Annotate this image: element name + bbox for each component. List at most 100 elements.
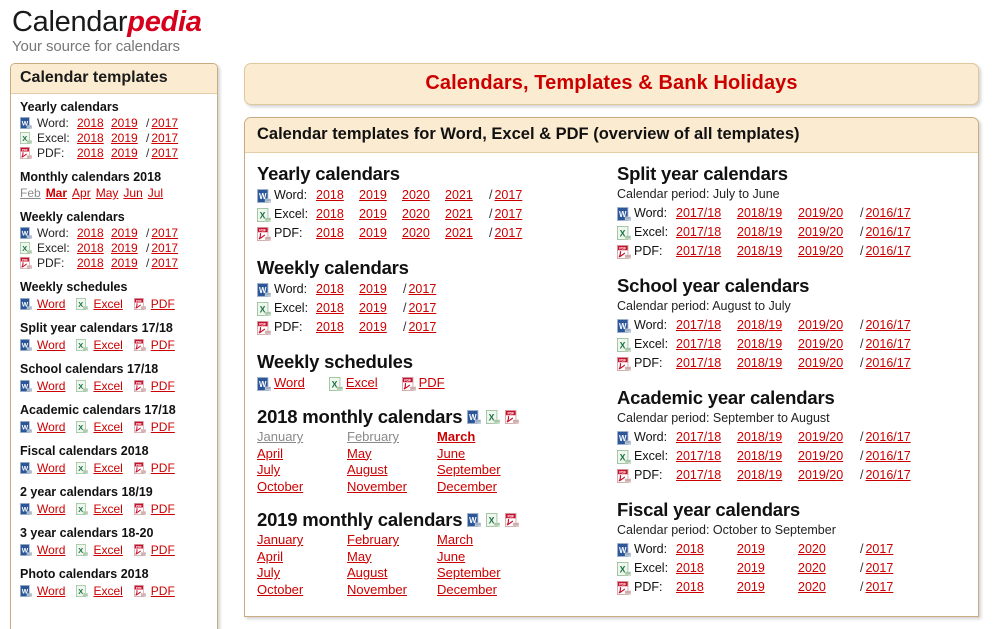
month-link[interactable]: March — [437, 429, 475, 444]
year-link[interactable]: 2017/18 — [676, 428, 737, 447]
sidebar-format-link-wrap[interactable]: W Word — [20, 378, 65, 394]
sidebar-format-link-wrap[interactable]: X Excel — [76, 583, 123, 599]
year-link[interactable]: 2017/18 — [676, 223, 737, 242]
year-link[interactable]: 2018 — [77, 131, 111, 146]
month-link[interactable]: February — [347, 532, 399, 547]
month-link[interactable]: January — [257, 429, 303, 444]
year-link[interactable]: 2018 — [77, 226, 111, 241]
month-link[interactable]: August — [347, 565, 387, 580]
sidebar-month-link[interactable]: Mar — [46, 186, 67, 200]
year-link-previous[interactable]: 2017 — [865, 559, 893, 578]
sidebar-format-link[interactable]: Excel — [93, 337, 122, 353]
year-link-previous[interactable]: 2017 — [865, 540, 893, 559]
year-link[interactable]: 2021 — [445, 205, 488, 224]
year-link[interactable]: 2021 — [445, 224, 488, 243]
year-link[interactable]: 2019/20 — [798, 466, 859, 485]
year-link-previous[interactable]: 2016/17 — [865, 316, 910, 335]
year-link[interactable]: 2019 — [111, 146, 145, 161]
year-link[interactable]: 2018 — [77, 256, 111, 271]
year-link-previous[interactable]: 2016/17 — [865, 204, 910, 223]
sidebar-format-link[interactable]: Word — [37, 419, 65, 435]
year-link[interactable]: 2018/19 — [737, 204, 798, 223]
year-link[interactable]: 2019 — [737, 559, 798, 578]
year-link[interactable]: 2017/18 — [676, 354, 737, 373]
sidebar-format-link[interactable]: PDF — [151, 337, 175, 353]
year-link-previous[interactable]: 2016/17 — [865, 447, 910, 466]
format-link[interactable]: Excel — [346, 374, 378, 392]
month-link[interactable]: December — [437, 479, 497, 494]
sidebar-format-link[interactable]: PDF — [151, 583, 175, 599]
sidebar-format-link[interactable]: PDF — [151, 419, 175, 435]
sidebar-format-link-wrap[interactable]: W Word — [20, 296, 65, 312]
year-link[interactable]: 2018/19 — [737, 447, 798, 466]
month-link[interactable]: February — [347, 429, 399, 444]
month-link[interactable]: March — [437, 532, 473, 547]
month-link[interactable]: May — [347, 446, 372, 461]
year-link[interactable]: 2020 — [402, 224, 445, 243]
sidebar-format-link[interactable]: Word — [37, 337, 65, 353]
year-link-previous[interactable]: 2017 — [151, 256, 178, 271]
year-link[interactable]: 2018/19 — [737, 335, 798, 354]
sidebar-format-link-wrap[interactable]: PDF PDF — [133, 296, 175, 312]
year-link[interactable]: 2019 — [359, 299, 402, 318]
year-link-previous[interactable]: 2017 — [494, 224, 522, 243]
sidebar-format-link-wrap[interactable]: W Word — [20, 337, 65, 353]
sidebar-format-link-wrap[interactable]: X Excel — [76, 542, 123, 558]
year-link-previous[interactable]: 2017 — [408, 299, 436, 318]
month-link[interactable]: September — [437, 462, 501, 477]
sidebar-format-link-wrap[interactable]: X Excel — [76, 460, 123, 476]
year-link[interactable]: 2019 — [359, 280, 402, 299]
sidebar-month-link[interactable]: Feb — [20, 186, 41, 200]
year-link[interactable]: 2019 — [111, 226, 145, 241]
month-link[interactable]: July — [257, 565, 280, 580]
month-link[interactable]: October — [257, 479, 303, 494]
year-link-previous[interactable]: 2016/17 — [865, 354, 910, 373]
year-link[interactable]: 2019 — [737, 540, 798, 559]
year-link[interactable]: 2018/19 — [737, 223, 798, 242]
year-link[interactable]: 2021 — [445, 186, 488, 205]
month-link[interactable]: October — [257, 582, 303, 597]
year-link[interactable]: 2019 — [111, 131, 145, 146]
sidebar-format-link[interactable]: PDF — [151, 501, 175, 517]
year-link[interactable]: 2019/20 — [798, 428, 859, 447]
sidebar-format-link-wrap[interactable]: X Excel — [76, 419, 123, 435]
sidebar-month-link[interactable]: Jun — [123, 186, 142, 200]
year-link-previous[interactable]: 2016/17 — [865, 223, 910, 242]
year-link[interactable]: 2020 — [402, 186, 445, 205]
year-link[interactable]: 2019 — [111, 241, 145, 256]
year-link[interactable]: 2019 — [359, 224, 402, 243]
year-link-previous[interactable]: 2016/17 — [865, 466, 910, 485]
month-link[interactable]: November — [347, 582, 407, 597]
month-link[interactable]: May — [347, 549, 372, 564]
year-link-previous[interactable]: 2017 — [151, 226, 178, 241]
format-link-wrap[interactable]: X Excel — [328, 374, 378, 392]
year-link[interactable]: 2018 — [77, 146, 111, 161]
month-link[interactable]: June — [437, 446, 465, 461]
year-link[interactable]: 2017/18 — [676, 335, 737, 354]
year-link-previous[interactable]: 2016/17 — [865, 242, 910, 261]
sidebar-format-link[interactable]: Excel — [93, 419, 122, 435]
month-link[interactable]: January — [257, 532, 303, 547]
sidebar-format-link-wrap[interactable]: X Excel — [76, 378, 123, 394]
year-link[interactable]: 2018 — [77, 116, 111, 131]
sidebar-format-link-wrap[interactable]: W Word — [20, 542, 65, 558]
year-link[interactable]: 2019/20 — [798, 223, 859, 242]
year-link[interactable]: 2017/18 — [676, 316, 737, 335]
month-link[interactable]: December — [437, 582, 497, 597]
year-link[interactable]: 2018/19 — [737, 466, 798, 485]
sidebar-format-link-wrap[interactable]: W Word — [20, 419, 65, 435]
month-link[interactable]: September — [437, 565, 501, 580]
sidebar-format-link[interactable]: Excel — [93, 378, 122, 394]
year-link[interactable]: 2018 — [676, 578, 737, 597]
sidebar-format-link[interactable]: PDF — [151, 378, 175, 394]
year-link[interactable]: 2019/20 — [798, 204, 859, 223]
sidebar-format-link-wrap[interactable]: PDF PDF — [133, 583, 175, 599]
site-logo[interactable]: Calendarpedia Your source for calendars — [12, 6, 202, 56]
format-link-wrap[interactable]: W Word — [257, 374, 305, 392]
year-link[interactable]: 2020 — [798, 540, 859, 559]
sidebar-format-link[interactable]: Word — [37, 460, 65, 476]
sidebar-format-link-wrap[interactable]: W Word — [20, 583, 65, 599]
year-link-previous[interactable]: 2017 — [408, 280, 436, 299]
month-link[interactable]: June — [437, 549, 465, 564]
year-link[interactable]: 2018/19 — [737, 354, 798, 373]
